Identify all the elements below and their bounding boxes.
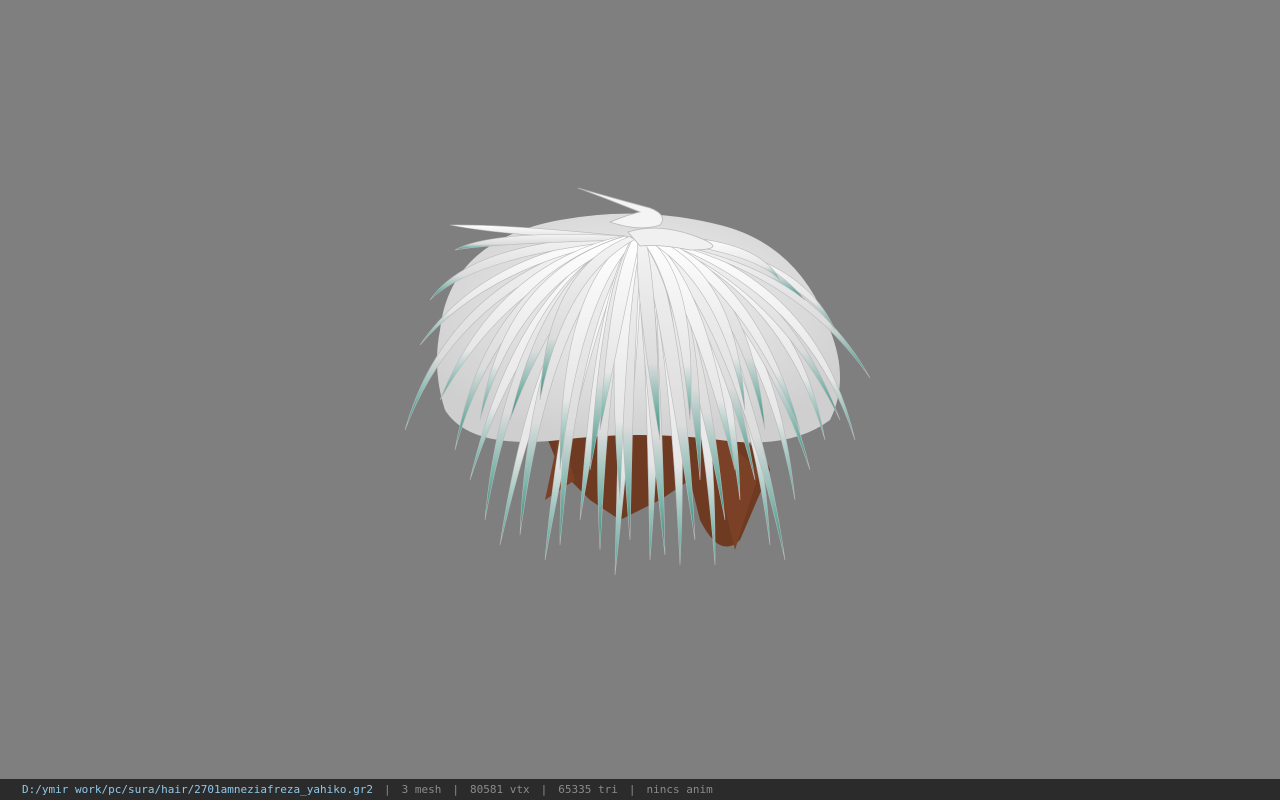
vertex-count: 80581 vtx <box>470 783 530 796</box>
status-separator: | <box>628 783 636 796</box>
status-bar: D:/ymir work/pc/sura/hair/2701amneziafre… <box>0 779 1280 800</box>
status-separator: | <box>540 783 548 796</box>
triangle-count: 65335 tri <box>558 783 618 796</box>
anim-status: nincs anim <box>646 783 713 796</box>
mesh-count: 3 mesh <box>401 783 442 796</box>
hair-model-render[interactable] <box>0 0 1280 779</box>
file-path: D:/ymir work/pc/sura/hair/2701amneziafre… <box>22 783 373 796</box>
status-separator: | <box>384 783 391 796</box>
status-separator: | <box>452 783 459 796</box>
3d-viewport[interactable] <box>0 0 1280 779</box>
